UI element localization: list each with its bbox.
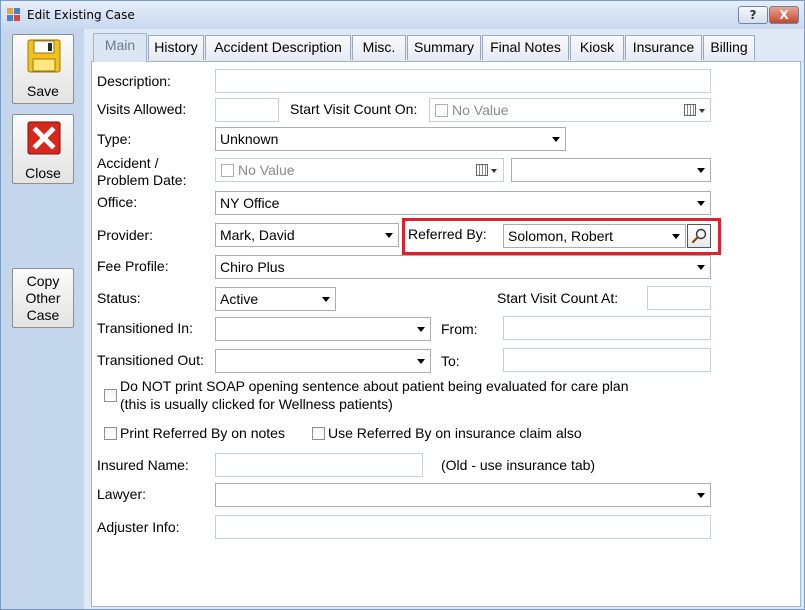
- print-referred-label: Print Referred By on notes: [120, 425, 285, 441]
- copy-other-case-button[interactable]: Copy Other Case: [12, 268, 74, 328]
- tab-misc[interactable]: Misc.: [352, 35, 406, 60]
- use-referred-label: Use Referred By on insurance claim also: [328, 425, 582, 441]
- status-value: Active: [220, 291, 259, 307]
- accident-date-value: No Value: [238, 162, 295, 178]
- chevron-down-icon: [697, 201, 705, 206]
- lawyer-label: Lawyer:: [97, 486, 147, 502]
- to-label: To:: [441, 353, 460, 369]
- tab-accident-description[interactable]: Accident Description: [205, 35, 351, 60]
- tab-history[interactable]: History: [148, 35, 204, 60]
- adjuster-info-input[interactable]: [215, 515, 711, 539]
- transitioned-in-select[interactable]: [215, 317, 431, 341]
- to-input[interactable]: [503, 348, 711, 372]
- chevron-down-icon: [491, 169, 497, 173]
- visits-allowed-label: Visits Allowed:: [97, 101, 187, 117]
- lawyer-select[interactable]: [215, 483, 711, 507]
- chevron-down-icon: [697, 493, 705, 498]
- description-input[interactable]: [215, 69, 711, 93]
- start-visit-date-checkbox[interactable]: [435, 104, 448, 117]
- insured-name-input[interactable]: [215, 453, 423, 477]
- close-icon: [27, 121, 61, 155]
- chevron-down-icon: [672, 234, 680, 239]
- transitioned-out-select[interactable]: [215, 349, 431, 373]
- save-button-label: Save: [27, 83, 59, 99]
- tab-insurance[interactable]: Insurance: [625, 35, 702, 60]
- print-referred-checkbox[interactable]: [104, 427, 117, 440]
- calendar-icon: [684, 104, 696, 116]
- chevron-down-icon: [697, 168, 705, 173]
- copy-button-label-2: Other: [25, 290, 61, 306]
- transitioned-in-label: Transitioned In:: [97, 320, 193, 336]
- chevron-down-icon: [552, 137, 560, 142]
- type-select-value: Unknown: [220, 131, 279, 147]
- window-title: Edit Existing Case: [27, 8, 135, 22]
- soap-checkbox-label-2: (this is usually clicked for Wellness pa…: [120, 396, 393, 412]
- referred-by-label: Referred By:: [408, 226, 487, 242]
- use-referred-checkbox[interactable]: [312, 427, 325, 440]
- office-select[interactable]: NY Office: [215, 191, 711, 215]
- calendar-icon: [476, 164, 488, 176]
- accident-date-picker[interactable]: No Value: [215, 158, 504, 182]
- transitioned-out-label: Transitioned Out:: [97, 352, 204, 368]
- accident-date-label-2: Problem Date:: [97, 172, 187, 188]
- referred-by-value: Solomon, Robert: [508, 228, 614, 244]
- chevron-down-icon: [699, 109, 705, 113]
- chevron-down-icon: [417, 359, 425, 364]
- from-input[interactable]: [503, 316, 711, 340]
- provider-select[interactable]: Mark, David: [215, 223, 399, 247]
- tab-billing[interactable]: Billing: [703, 35, 755, 60]
- app-icon: [7, 8, 20, 21]
- type-label: Type:: [97, 131, 132, 147]
- office-label: Office:: [97, 194, 138, 210]
- accident-date-label-1: Accident /: [97, 155, 159, 171]
- referred-by-lookup-button[interactable]: [687, 224, 711, 248]
- fee-profile-value: Chiro Plus: [220, 259, 285, 275]
- help-button[interactable]: ?: [738, 6, 768, 24]
- fee-profile-label: Fee Profile:: [97, 258, 169, 274]
- chevron-down-icon: [322, 297, 330, 302]
- window-close-button[interactable]: X: [769, 6, 799, 24]
- description-label: Description:: [97, 73, 171, 89]
- office-select-value: NY Office: [220, 195, 280, 211]
- start-visit-count-at-label: Start Visit Count At:: [497, 290, 619, 306]
- adjuster-info-label: Adjuster Info:: [97, 519, 180, 535]
- soap-checkbox-label-1: Do NOT print SOAP opening sentence about…: [120, 378, 629, 394]
- start-visit-count-on-date[interactable]: No Value: [429, 98, 711, 122]
- chevron-down-icon: [385, 233, 393, 238]
- tab-main[interactable]: Main: [93, 33, 147, 62]
- tab-kiosk[interactable]: Kiosk: [570, 35, 624, 60]
- save-button[interactable]: Save: [12, 34, 74, 104]
- tab-final-notes[interactable]: Final Notes: [482, 35, 569, 60]
- provider-label: Provider:: [97, 227, 154, 243]
- provider-select-value: Mark, David: [220, 227, 295, 243]
- tab-summary[interactable]: Summary: [407, 35, 481, 60]
- copy-button-label-3: Case: [26, 307, 60, 323]
- referred-by-select[interactable]: Solomon, Robert: [503, 224, 686, 248]
- accident-date-checkbox[interactable]: [221, 164, 234, 177]
- edit-case-window: Edit Existing Case ? X Save Close Copy O…: [0, 0, 805, 610]
- type-select[interactable]: Unknown: [215, 127, 566, 151]
- start-visit-count-on-label: Start Visit Count On:: [290, 101, 418, 117]
- soap-checkbox[interactable]: [104, 389, 117, 402]
- magnifier-icon: [691, 228, 707, 244]
- start-visit-count-at-input[interactable]: [647, 286, 711, 310]
- sidebar: Save Close Copy Other Case: [1, 29, 84, 609]
- insured-name-label: Insured Name:: [97, 457, 189, 473]
- status-label: Status:: [97, 290, 141, 306]
- title-bar: Edit Existing Case ? X: [1, 1, 804, 29]
- close-button-label: Close: [25, 165, 61, 181]
- start-visit-date-value: No Value: [452, 102, 509, 118]
- status-select[interactable]: Active: [215, 287, 336, 311]
- insured-note: (Old - use insurance tab): [441, 457, 596, 473]
- copy-button-label-1: Copy: [26, 273, 60, 289]
- chevron-down-icon: [697, 265, 705, 270]
- fee-profile-select[interactable]: Chiro Plus: [215, 255, 711, 279]
- chevron-down-icon: [417, 327, 425, 332]
- close-button[interactable]: Close: [12, 114, 74, 184]
- visits-allowed-input[interactable]: [215, 98, 279, 122]
- from-label: From:: [441, 321, 478, 337]
- floppy-disk-icon: [27, 39, 61, 73]
- accident-time-select[interactable]: [511, 158, 711, 182]
